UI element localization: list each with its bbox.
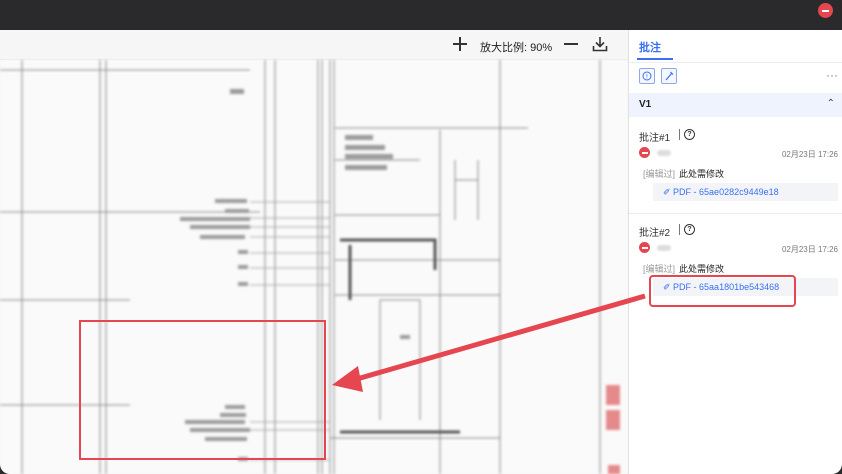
- pen-icon: ✐: [663, 187, 674, 197]
- version-label: V1: [639, 99, 652, 110]
- pen-tool-button[interactable]: [661, 68, 677, 84]
- edited-badge: [编辑过]: [643, 169, 676, 179]
- annotation-text: 此处需修改: [679, 169, 725, 179]
- divider: [629, 62, 842, 63]
- more-options-icon[interactable]: ···: [826, 68, 838, 82]
- zoom-in-icon[interactable]: [452, 36, 468, 52]
- pdf-link-label: PDF - 65aa1801be543468: [673, 282, 780, 292]
- comment-tool-button[interactable]: !: [639, 68, 655, 84]
- divider: [629, 213, 842, 214]
- avatar: [639, 147, 650, 158]
- info-icon[interactable]: ?: [684, 129, 695, 140]
- tab-underline: [637, 58, 673, 60]
- document-viewer[interactable]: 放大比例: 90%: [0, 30, 628, 474]
- chevron-up-icon[interactable]: ⌃: [827, 98, 835, 109]
- zoom-label: 放大比例: 90%: [480, 42, 553, 54]
- zoom-out-icon[interactable]: [563, 37, 579, 51]
- annotation-text: 此处需修改: [679, 264, 725, 274]
- avatar: [639, 242, 650, 253]
- pen-icon: ✐: [663, 282, 674, 292]
- separator: [679, 224, 680, 235]
- pdf-link[interactable]: ✐ PDF - 65ae0282c9449e18: [653, 183, 838, 201]
- title-bar: [0, 0, 842, 30]
- pdf-link[interactable]: ✐ PDF - 65aa1801be543468: [653, 278, 838, 296]
- cad-drawing: [0, 60, 628, 474]
- version-header[interactable]: V1 ⌃: [629, 93, 842, 117]
- edited-badge: [编辑过]: [643, 264, 676, 274]
- annotation-title: 批注#2: [639, 228, 671, 239]
- annotation-date: 02月23日 17:26: [781, 150, 838, 159]
- comment-icon: !: [642, 71, 652, 81]
- app-window: 放大比例: 90% 批注 ! ··· V1 ⌃ 批注#1 ? 02月23日 17…: [0, 0, 842, 474]
- annotation-title: 批注#1: [639, 133, 671, 144]
- info-icon[interactable]: ?: [684, 224, 695, 235]
- download-icon[interactable]: [591, 35, 609, 53]
- viewer-toolbar: 放大比例: 90%: [0, 30, 628, 60]
- annotation-date: 02月23日 17:26: [781, 245, 838, 254]
- user-name: [657, 245, 671, 251]
- annotation-panel: 批注 ! ··· V1 ⌃ 批注#1 ? 02月23日 17:26 [编辑过] …: [628, 30, 842, 474]
- pen-icon: [665, 71, 674, 81]
- user-name: [657, 150, 671, 156]
- tab-annotations[interactable]: 批注: [639, 39, 661, 55]
- svg-text:!: !: [646, 74, 648, 81]
- separator: [679, 129, 680, 140]
- pdf-link-label: PDF - 65ae0282c9449e18: [673, 187, 779, 197]
- close-icon[interactable]: [818, 3, 833, 18]
